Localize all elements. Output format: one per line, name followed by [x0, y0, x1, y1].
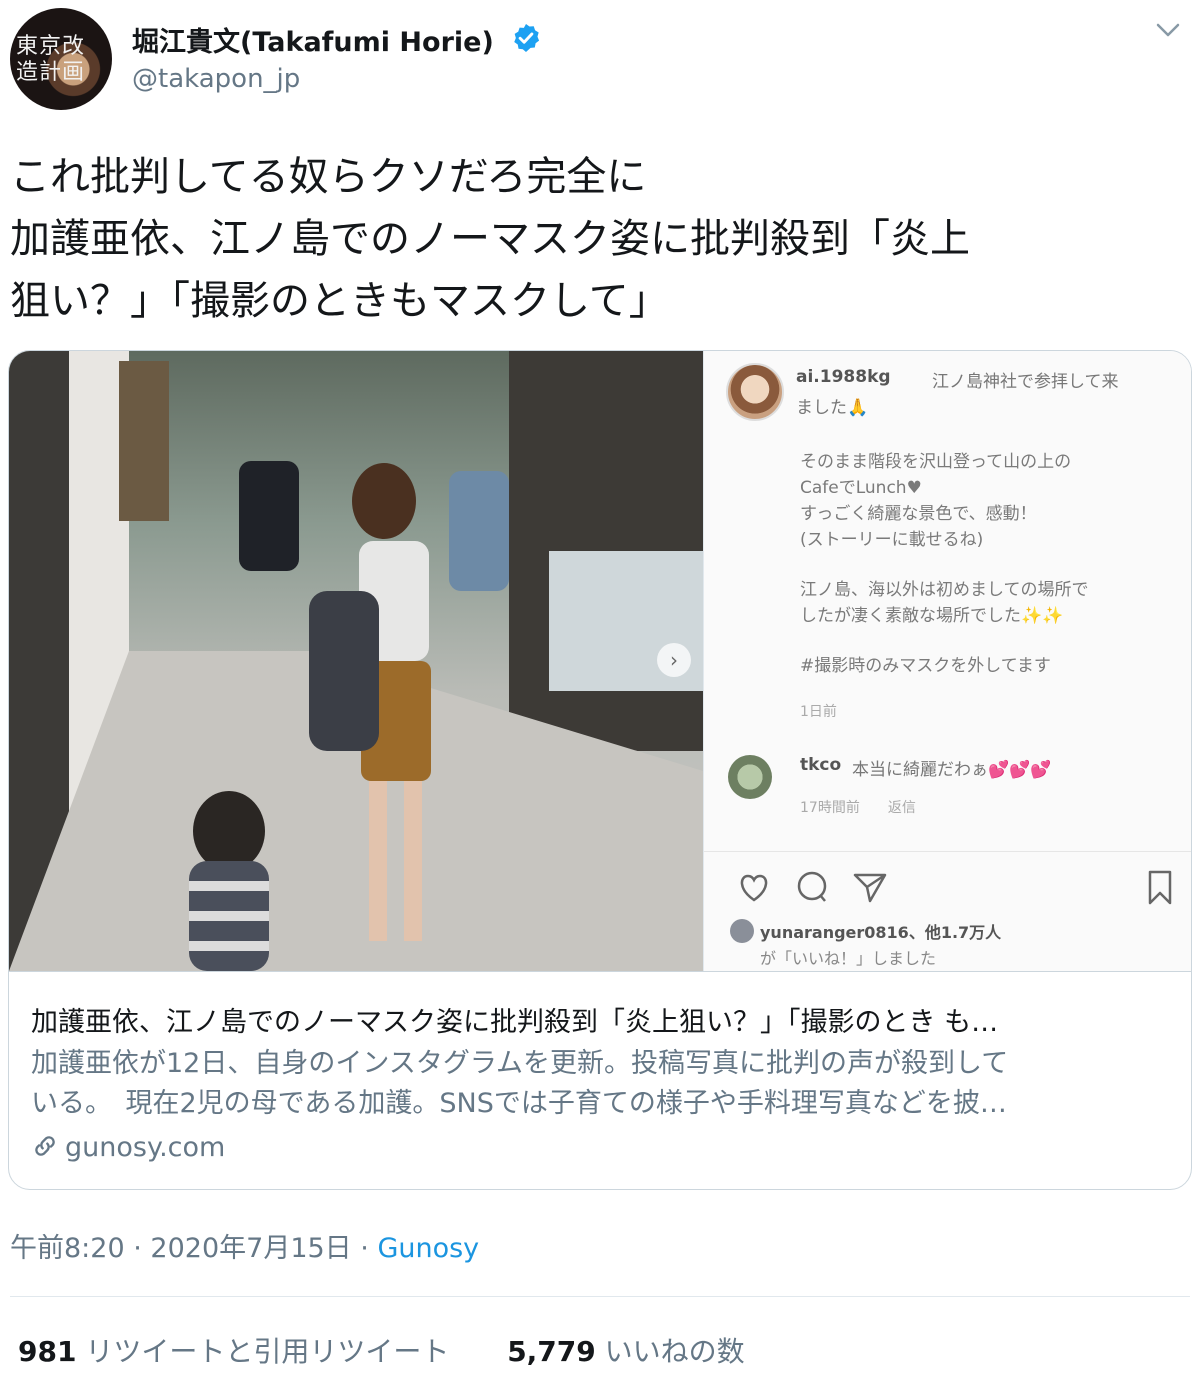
- comment-icon: [797, 871, 827, 902]
- like-label: いいねの数: [604, 1335, 745, 1368]
- like-count: 5,779: [507, 1335, 596, 1368]
- display-name[interactable]: 堀江貴文(Takafumi Horie): [132, 20, 494, 59]
- tweet-text: これ批判してる奴らクソだろ完全に 加護亜依、江ノ島でのノーマスク姿に批判殺到「炎…: [10, 146, 1180, 332]
- heart-icon: [740, 874, 768, 902]
- insta-caption-line: したが凄く素敵な場所でした✨✨: [800, 606, 1064, 626]
- tweet-time[interactable]: 午前8:20: [10, 1233, 125, 1264]
- insta-avatar: [726, 363, 784, 421]
- insta-caption-line: そのまま階段を沢山登って山の上の: [800, 452, 1072, 472]
- insta-username: ai.1988kg: [796, 367, 891, 387]
- next-photo-arrow-icon[interactable]: ›: [657, 643, 691, 677]
- card-description: 加護亜依が12日、自身のインスタグラムを更新。投稿写真に批判の声が殺到して いる…: [31, 1044, 1171, 1124]
- insta-comment-meta: 17時間前 返信: [800, 797, 916, 817]
- tweet-line: 加護亜依、江ノ島でのノーマスク姿に批判殺到「炎上: [10, 216, 970, 262]
- tweet-line: 狙い？」「撮影のときもマスクして」: [10, 278, 669, 324]
- tweet-date[interactable]: 2020年7月15日: [150, 1233, 351, 1264]
- insta-caption-line: #撮影時のみマスクを外してます: [800, 656, 1051, 676]
- card-description-line: 加護亜依が12日、自身のインスタグラムを更新。投稿写真に批判の声が殺到して: [31, 1048, 1009, 1079]
- verified-badge-icon: [514, 24, 540, 52]
- insta-caption-line: すっごく綺麗な景色で、感動！: [800, 504, 1037, 524]
- tweet-timestamp: 午前8:20 · 2020年7月15日 · Gunosy: [10, 1226, 479, 1265]
- separator-dot: ·: [133, 1233, 142, 1264]
- bookmark-icon: [1148, 870, 1172, 905]
- retweet-count: 981: [18, 1335, 77, 1368]
- like-stat[interactable]: 5,779 いいねの数: [507, 1335, 745, 1368]
- insta-caption: 江ノ島神社で参拝して来: [932, 372, 1119, 392]
- street-photo-illustration: [9, 351, 703, 971]
- insta-comment-time: 17時間前: [800, 800, 860, 816]
- card-domain[interactable]: gunosy.com: [31, 1132, 225, 1163]
- insta-likes: yunaranger0816、他1.7万人: [760, 923, 1002, 942]
- divider: [10, 1296, 1190, 1297]
- insta-caption: ました🙏: [796, 398, 869, 418]
- insta-likes-label: が「いいね！」しました: [760, 949, 937, 968]
- insta-comment-user: tkco: [800, 755, 842, 775]
- card-body[interactable]: 加護亜依、江ノ島でのノーマスク姿に批判殺到「炎上狙い？」「撮影のとき も… 加護…: [9, 971, 1191, 1189]
- tweet-line: これ批判してる奴らクソだろ完全に: [10, 154, 647, 200]
- avatar-text: 東京改造計画: [16, 34, 86, 85]
- link-icon: [35, 1136, 55, 1156]
- separator-dot: ·: [360, 1233, 369, 1264]
- insta-likes-avatar: [730, 919, 754, 943]
- insta-caption-line: 江ノ島、海以外は初めましての場所で: [800, 580, 1089, 600]
- retweet-stat[interactable]: 981 リツイートと引用リツイート: [18, 1335, 449, 1368]
- chevron-down-icon[interactable]: [1154, 20, 1182, 40]
- avatar[interactable]: 東京改造計画: [10, 8, 112, 110]
- insta-timestamp: 1日前: [800, 704, 837, 720]
- card-photo: ›: [9, 351, 703, 971]
- share-icon: [853, 873, 887, 903]
- insta-comment-avatar: [728, 755, 772, 799]
- tweet-source-link[interactable]: Gunosy: [377, 1233, 479, 1264]
- card-title[interactable]: 加護亜依、江ノ島でのノーマスク姿に批判殺到「炎上狙い？」「撮影のとき も…: [31, 1000, 1171, 1039]
- instagram-screenshot: ai.1988kg 江ノ島神社で参拝して来 ました🙏 そのまま階段を沢山登って山…: [703, 351, 1191, 971]
- insta-caption-line: CafeでLunch♥: [800, 478, 922, 498]
- link-card[interactable]: › ai.1988kg 江ノ島神社で参拝して来 ました🙏 そのまま階段を沢山登っ…: [8, 350, 1192, 1190]
- insta-divider: [704, 851, 1191, 852]
- user-handle[interactable]: @takapon_jp: [132, 64, 300, 94]
- card-description-line: いる。 現在2児の母である加護。SNSでは子育ての様子や手料理写真などを披…: [31, 1088, 1007, 1119]
- insta-comment-reply: 返信: [887, 800, 916, 816]
- card-domain-text: gunosy.com: [65, 1132, 226, 1163]
- insta-caption-line: (ストーリーに載せるね): [800, 530, 984, 550]
- tweet-stats: 981 リツイートと引用リツイート 5,779 いいねの数: [18, 1330, 745, 1370]
- retweet-label: リツイートと引用リツイート: [85, 1335, 450, 1368]
- insta-comment-text: 本当に綺麗だわぁ💕💕💕: [852, 760, 1052, 780]
